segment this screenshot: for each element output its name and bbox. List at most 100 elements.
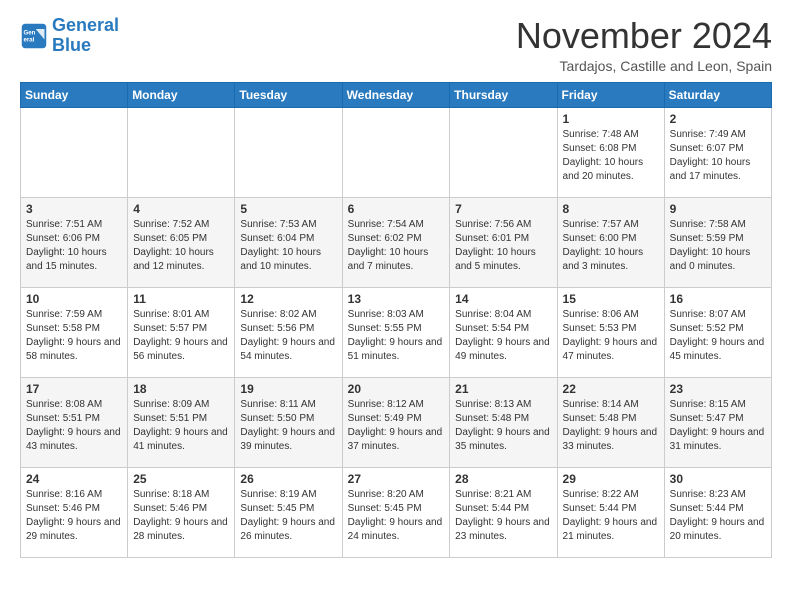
- day-info: Sunrise: 8:04 AM Sunset: 5:54 PM Dayligh…: [455, 308, 551, 364]
- header-friday: Friday: [557, 82, 664, 107]
- day-info: Sunrise: 7:51 AM Sunset: 6:06 PM Dayligh…: [26, 218, 122, 274]
- week-row-3: 10 Sunrise: 7:59 AM Sunset: 5:58 PM Dayli…: [21, 287, 772, 377]
- day-number: 12: [240, 292, 336, 306]
- day-number: 18: [133, 382, 229, 396]
- day-number: 10: [26, 292, 122, 306]
- day-info: Sunrise: 8:06 AM Sunset: 5:53 PM Dayligh…: [563, 308, 659, 364]
- day-cell: 4Sunrise: 7:52 AM Sunset: 6:05 PM Daylig…: [128, 197, 235, 287]
- day-number: 23: [670, 382, 766, 396]
- week-row-5: 24Sunrise: 8:16 AM Sunset: 5:46 PM Dayli…: [21, 467, 772, 557]
- day-cell: 13Sunrise: 8:03 AM Sunset: 5:55 PM Dayli…: [342, 287, 450, 377]
- svg-text:Gen: Gen: [24, 29, 36, 36]
- day-cell: 10 Sunrise: 7:59 AM Sunset: 5:58 PM Dayli…: [21, 287, 128, 377]
- day-info: Sunrise: 8:12 AM Sunset: 5:49 PM Dayligh…: [348, 398, 445, 454]
- day-cell: 23Sunrise: 8:15 AM Sunset: 5:47 PM Dayli…: [664, 377, 771, 467]
- day-number: 7: [455, 202, 551, 216]
- day-cell: [128, 107, 235, 197]
- day-number: 5: [240, 202, 336, 216]
- day-number: 19: [240, 382, 336, 396]
- day-cell: 25 Sunrise: 8:18 AM Sunset: 5:46 PM Dayli…: [128, 467, 235, 557]
- day-info: Sunrise: 7:49 AM Sunset: 6:07 PM Dayligh…: [670, 128, 766, 184]
- calendar-body: 1 Sunrise: 7:48 AM Sunset: 6:08 PM Daylig…: [21, 107, 772, 557]
- day-info: Sunrise: 8:13 AM Sunset: 5:48 PM Dayligh…: [455, 398, 551, 454]
- day-info: Sunrise: 8:22 AM Sunset: 5:44 PM Dayligh…: [563, 488, 659, 544]
- day-info: Sunrise: 8:11 AM Sunset: 5:50 PM Dayligh…: [240, 398, 336, 454]
- title-area: November 2024 Tardajos, Castille and Leo…: [516, 16, 772, 74]
- day-info: Sunrise: 8:23 AM Sunset: 5:44 PM Dayligh…: [670, 488, 766, 544]
- day-number: 3: [26, 202, 122, 216]
- day-cell: 22 Sunrise: 8:14 AM Sunset: 5:48 PM Dayli…: [557, 377, 664, 467]
- day-cell: 21 Sunrise: 8:13 AM Sunset: 5:48 PM Dayli…: [450, 377, 557, 467]
- day-cell: 5 Sunrise: 7:53 AM Sunset: 6:04 PM Daylig…: [235, 197, 342, 287]
- day-cell: 12 Sunrise: 8:02 AM Sunset: 5:56 PM Dayli…: [235, 287, 342, 377]
- day-cell: 2Sunrise: 7:49 AM Sunset: 6:07 PM Daylig…: [664, 107, 771, 197]
- day-cell: 26 Sunrise: 8:19 AM Sunset: 5:45 PM Dayli…: [235, 467, 342, 557]
- day-cell: [450, 107, 557, 197]
- header-wednesday: Wednesday: [342, 82, 450, 107]
- page-header: Gen eral GeneralBlue November 2024 Tarda…: [20, 16, 772, 74]
- day-number: 9: [670, 202, 766, 216]
- day-cell: 11Sunrise: 8:01 AM Sunset: 5:57 PM Dayli…: [128, 287, 235, 377]
- day-number: 30: [670, 472, 766, 486]
- day-cell: [342, 107, 450, 197]
- logo-text: GeneralBlue: [52, 16, 119, 56]
- day-cell: 14 Sunrise: 8:04 AM Sunset: 5:54 PM Dayli…: [450, 287, 557, 377]
- day-info: Sunrise: 8:19 AM Sunset: 5:45 PM Dayligh…: [240, 488, 336, 544]
- day-cell: 16 Sunrise: 8:07 AM Sunset: 5:52 PM Dayli…: [664, 287, 771, 377]
- day-cell: 24Sunrise: 8:16 AM Sunset: 5:46 PM Dayli…: [21, 467, 128, 557]
- day-info: Sunrise: 8:20 AM Sunset: 5:45 PM Dayligh…: [348, 488, 445, 544]
- day-cell: 19 Sunrise: 8:11 AM Sunset: 5:50 PM Dayli…: [235, 377, 342, 467]
- header-row: SundayMondayTuesdayWednesdayThursdayFrid…: [21, 82, 772, 107]
- svg-text:eral: eral: [24, 36, 35, 43]
- day-cell: [235, 107, 342, 197]
- day-number: 16: [670, 292, 766, 306]
- day-cell: 9Sunrise: 7:58 AM Sunset: 5:59 PM Daylig…: [664, 197, 771, 287]
- day-number: 6: [348, 202, 445, 216]
- header-saturday: Saturday: [664, 82, 771, 107]
- day-cell: 1 Sunrise: 7:48 AM Sunset: 6:08 PM Daylig…: [557, 107, 664, 197]
- day-number: 8: [563, 202, 659, 216]
- day-info: Sunrise: 8:07 AM Sunset: 5:52 PM Dayligh…: [670, 308, 766, 364]
- day-cell: 17 Sunrise: 8:08 AM Sunset: 5:51 PM Dayli…: [21, 377, 128, 467]
- day-number: 20: [348, 382, 445, 396]
- day-info: Sunrise: 7:52 AM Sunset: 6:05 PM Dayligh…: [133, 218, 229, 274]
- week-row-2: 3 Sunrise: 7:51 AM Sunset: 6:06 PM Daylig…: [21, 197, 772, 287]
- day-info: Sunrise: 8:08 AM Sunset: 5:51 PM Dayligh…: [26, 398, 122, 454]
- day-number: 17: [26, 382, 122, 396]
- day-number: 26: [240, 472, 336, 486]
- day-info: Sunrise: 8:21 AM Sunset: 5:44 PM Dayligh…: [455, 488, 551, 544]
- location-subtitle: Tardajos, Castille and Leon, Spain: [516, 58, 772, 74]
- day-cell: 27 Sunrise: 8:20 AM Sunset: 5:45 PM Dayli…: [342, 467, 450, 557]
- day-number: 1: [563, 112, 659, 126]
- header-sunday: Sunday: [21, 82, 128, 107]
- day-info: Sunrise: 7:59 AM Sunset: 5:58 PM Dayligh…: [26, 308, 122, 364]
- calendar-header: SundayMondayTuesdayWednesdayThursdayFrid…: [21, 82, 772, 107]
- logo: Gen eral GeneralBlue: [20, 16, 119, 56]
- day-number: 27: [348, 472, 445, 486]
- day-info: Sunrise: 8:14 AM Sunset: 5:48 PM Dayligh…: [563, 398, 659, 454]
- day-info: Sunrise: 7:56 AM Sunset: 6:01 PM Dayligh…: [455, 218, 551, 274]
- header-monday: Monday: [128, 82, 235, 107]
- day-number: 24: [26, 472, 122, 486]
- day-cell: 15 Sunrise: 8:06 AM Sunset: 5:53 PM Dayli…: [557, 287, 664, 377]
- week-row-4: 17 Sunrise: 8:08 AM Sunset: 5:51 PM Dayli…: [21, 377, 772, 467]
- day-cell: 8Sunrise: 7:57 AM Sunset: 6:00 PM Daylig…: [557, 197, 664, 287]
- day-info: Sunrise: 8:18 AM Sunset: 5:46 PM Dayligh…: [133, 488, 229, 544]
- day-number: 15: [563, 292, 659, 306]
- day-cell: 7 Sunrise: 7:56 AM Sunset: 6:01 PM Daylig…: [450, 197, 557, 287]
- day-number: 21: [455, 382, 551, 396]
- day-info: Sunrise: 7:48 AM Sunset: 6:08 PM Dayligh…: [563, 128, 659, 184]
- day-info: Sunrise: 8:09 AM Sunset: 5:51 PM Dayligh…: [133, 398, 229, 454]
- day-number: 22: [563, 382, 659, 396]
- day-cell: 18 Sunrise: 8:09 AM Sunset: 5:51 PM Dayli…: [128, 377, 235, 467]
- day-info: Sunrise: 8:02 AM Sunset: 5:56 PM Dayligh…: [240, 308, 336, 364]
- day-number: 25: [133, 472, 229, 486]
- day-cell: [21, 107, 128, 197]
- day-number: 14: [455, 292, 551, 306]
- day-info: Sunrise: 7:53 AM Sunset: 6:04 PM Dayligh…: [240, 218, 336, 274]
- day-cell: 29Sunrise: 8:22 AM Sunset: 5:44 PM Dayli…: [557, 467, 664, 557]
- day-cell: 20 Sunrise: 8:12 AM Sunset: 5:49 PM Dayli…: [342, 377, 450, 467]
- header-tuesday: Tuesday: [235, 82, 342, 107]
- day-number: 28: [455, 472, 551, 486]
- day-info: Sunrise: 7:54 AM Sunset: 6:02 PM Dayligh…: [348, 218, 445, 274]
